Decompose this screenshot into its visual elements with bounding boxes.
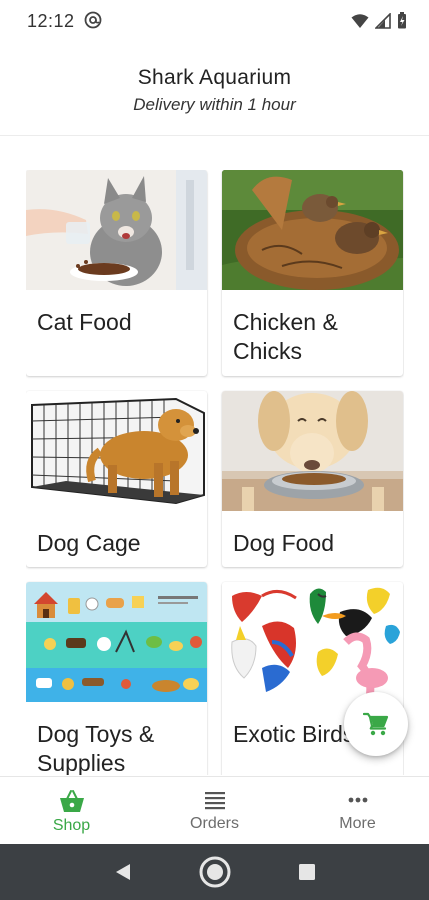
category-card-dog-food[interactable]: Dog Food [222,391,403,567]
basket-icon [59,790,84,812]
home-icon[interactable] [198,855,232,889]
cart-fab-button[interactable] [344,692,408,756]
page-subtitle: Delivery within 1 hour [133,95,296,114]
status-time: 12:12 [27,11,75,31]
dog-food-image [222,391,403,511]
list-icon [204,792,225,810]
category-card-dog-toys-supplies[interactable]: Dog Toys & Supplies [26,582,207,775]
category-label: Cat Food [37,309,132,335]
wifi-icon [351,13,369,28]
category-label: Dog Cage [37,530,141,556]
category-label: Chicken & Chicks [233,309,338,364]
category-card-dog-cage[interactable]: Dog Cage [26,391,207,567]
nav-label: Shop [52,817,91,834]
category-label: Dog Toys & Supplies [37,721,155,775]
status-bar: 12:12 [0,0,429,44]
more-icon [348,797,367,803]
dog-toys-supplies-image [26,582,207,702]
nav-item-orders[interactable]: Orders [143,777,286,844]
exotic-birds-image [222,582,403,702]
nav-label: More [339,815,376,832]
category-grid: Cat Food Chicken & Chicks Dog Cage Dog F… [26,170,404,775]
signal-icon [375,12,391,29]
system-navigation-bar [0,844,429,900]
nav-item-shop[interactable]: Shop [0,777,143,844]
battery-icon [398,12,406,29]
store-header: Shark Aquarium Delivery within 1 hour [0,44,429,136]
cat-food-image [26,170,207,290]
bottom-navigation: Shop Orders More [0,776,429,844]
category-card-cat-food[interactable]: Cat Food [26,170,207,376]
back-icon[interactable] [112,861,134,883]
category-label: Dog Food [233,530,335,556]
at-sign-icon [84,11,102,29]
nav-item-more[interactable]: More [286,777,429,844]
page-title: Shark Aquarium [137,66,292,89]
dog-cage-image [26,391,207,511]
chicken-chicks-image [222,170,403,290]
cart-icon [363,712,389,736]
nav-label: Orders [190,815,239,832]
category-card-chicken-chicks[interactable]: Chicken & Chicks [222,170,403,376]
recents-icon[interactable] [297,862,317,882]
